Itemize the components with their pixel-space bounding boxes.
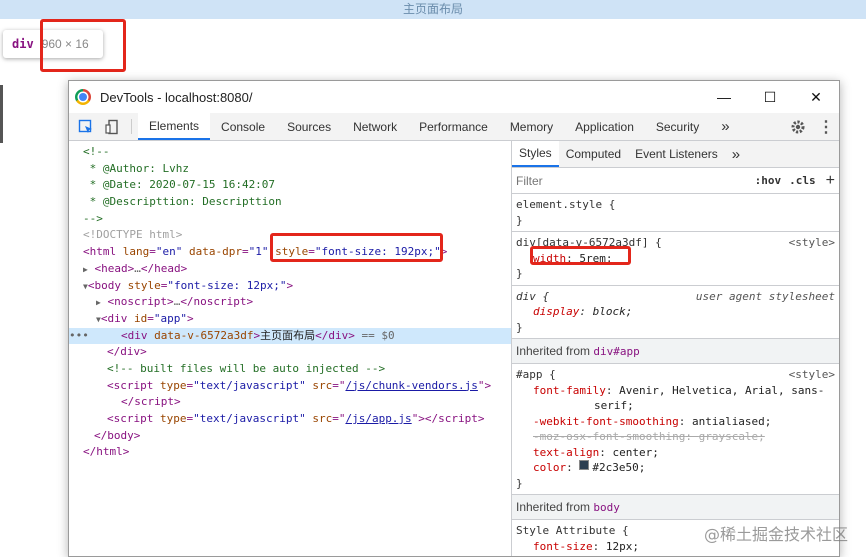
styles-filter-input[interactable] [516,173,747,188]
tree-line-html-close[interactable]: </html> [69,444,511,461]
tab-memory[interactable]: Memory [499,113,564,140]
styles-filter-row: :hov .cls + [512,168,839,194]
css-property[interactable]: width: 5rem; [516,251,835,267]
rule-selector: #app { [516,368,556,381]
expand-arrow-icon[interactable]: ▶ [83,265,88,274]
style-rule-app[interactable]: #app { <style> font-family: Avenir, Helve… [512,364,839,495]
tree-line-noscript[interactable]: ▶ <noscript>…</noscript> [69,294,511,311]
watermark-text: @稀土掘金技术社区 [703,525,848,544]
tab-performance[interactable]: Performance [408,113,499,140]
tab-computed[interactable]: Computed [559,141,628,167]
chrome-logo-icon [75,89,91,105]
minimize-icon: — [717,89,731,105]
tree-line-div-close[interactable]: </div> [69,344,511,361]
css-property[interactable]: text-align: center; [516,445,835,461]
more-tabs-button[interactable]: » [710,113,740,140]
tree-line-body[interactable]: ▼<body style="font-size: 12px;"> [69,278,511,295]
hov-toggle-button[interactable]: :hov [755,174,782,187]
tree-line-script-vendors-close[interactable]: </script> [69,394,511,411]
settings-button[interactable] [783,113,813,140]
window-title: DevTools - localhost:8080/ [100,89,253,105]
tree-line-comment-date[interactable]: * @Date: 2020-07-15 16:42:07 [69,177,511,194]
device-toolbar-button[interactable] [99,113,125,140]
styles-tabbar: Styles Computed Event Listeners » [512,141,839,168]
tree-line-built-comment[interactable]: <!-- built files will be auto injected -… [69,361,511,378]
maximize-icon: ☐ [763,88,777,105]
styles-sidebar: Styles Computed Event Listeners » :hov .… [512,141,839,556]
tab-event-listeners[interactable]: Event Listeners [628,141,725,167]
tree-line-body-close[interactable]: </body> [69,428,511,445]
tree-line-script-vendors[interactable]: <script type="text/javascript" src="/js/… [69,378,511,395]
kebab-menu-icon: ⋮ [818,118,834,136]
inherited-from-app-header: Inherited from div#app [512,339,839,364]
rule-selector: element.style { [516,198,616,211]
tree-line-div-app[interactable]: ▼<div id="app"> [69,311,511,328]
tooltip-tag: div [12,37,34,51]
device-toggle-icon [105,119,118,134]
inherited-selector-link[interactable]: body [593,501,620,514]
script-src-link[interactable]: /js/app.js [345,412,411,425]
tab-elements[interactable]: Elements [138,113,211,140]
tree-line-comment-open[interactable]: <!-- [69,144,511,161]
close-icon: ✕ [810,88,822,105]
minimize-button[interactable]: — [701,81,747,113]
more-sidebar-tabs-button[interactable]: » [725,141,747,167]
maximize-button[interactable]: ☐ [747,81,793,113]
inherited-from-body-header: Inherited from body [512,495,839,520]
style-rule-data-v[interactable]: div[data-v-6572a3df] { <style> width: 5re… [512,232,839,286]
tab-styles[interactable]: Styles [512,141,559,167]
css-property[interactable]: font-family: Avenir, Helvetica, Arial, s… [516,383,835,399]
close-button[interactable]: ✕ [793,81,839,113]
new-rule-plus-icon[interactable]: + [826,172,835,190]
rule-source-link[interactable]: <style> [789,235,835,251]
page-header-bar: 主页面布局 [0,0,866,19]
rule-selector: Style Attribute { [516,524,629,537]
toolbar-divider [131,119,132,134]
tree-line-doctype[interactable]: <!DOCTYPE html> [69,227,511,244]
inherited-selector-link[interactable]: div#app [593,345,639,358]
devtools-window: DevTools - localhost:8080/ — ☐ ✕ Element… [68,80,840,557]
style-rule-element[interactable]: element.style { } [512,194,839,232]
tab-security[interactable]: Security [645,113,710,140]
tab-network[interactable]: Network [342,113,408,140]
inspect-cursor-icon [78,119,92,133]
css-property[interactable]: display: block; [516,304,835,320]
tree-line-comment-close[interactable]: --> [69,211,511,228]
css-property-overridden[interactable]: -moz-osx-font-smoothing: grayscale; [516,429,835,445]
tree-line-head[interactable]: ▶ <head>…</head> [69,261,511,278]
color-swatch[interactable] [579,460,590,470]
css-property[interactable]: -webkit-font-smoothing: antialiased; [516,414,835,430]
tree-line-selected-div[interactable]: ••• <div data-v-6572a3df>主页面布局</div> == $… [69,327,511,345]
expand-arrow-icon[interactable]: ▶ [96,298,101,307]
customize-menu-button[interactable]: ⋮ [813,113,839,140]
inspect-element-button[interactable] [73,113,99,140]
rule-source-link[interactable]: <style> [789,367,835,383]
page-scroll-marker [0,85,3,143]
cls-toggle-button[interactable]: .cls [789,174,816,187]
devtools-tabbar: Elements Console Sources Network Perform… [69,113,839,141]
rule-selector: div[data-v-6572a3df] { [516,236,662,249]
gear-icon [791,120,805,133]
tree-line-comment-desc[interactable]: * @Descripttion: Descripttion [69,194,511,211]
rule-source-label: user agent stylesheet [695,289,835,303]
tree-line-script-app[interactable]: <script type="text/javascript" src="/js/… [69,411,511,428]
more-actions-dots-icon[interactable]: ••• [69,328,89,345]
rule-selector: div { [516,289,550,303]
element-inspect-tooltip: div 960 × 16 [3,30,103,58]
tooltip-dims: 960 × 16 [41,37,89,51]
elements-tree[interactable]: <!-- * @Author: Lvhz * @Date: 2020-07-15… [69,141,512,556]
tab-sources[interactable]: Sources [276,113,342,140]
style-rule-user-agent[interactable]: div { user agent stylesheet display: bloc… [512,286,839,339]
tree-line-comment-author[interactable]: * @Author: Lvhz [69,161,511,178]
tree-line-html[interactable]: <html lang="en" data-dpr="1" style="font… [69,244,511,261]
css-property[interactable]: color: #2c3e50; [516,460,835,476]
script-src-link[interactable]: /js/chunk-vendors.js [345,379,477,392]
tab-application[interactable]: Application [564,113,645,140]
window-titlebar[interactable]: DevTools - localhost:8080/ — ☐ ✕ [69,81,839,113]
tab-console[interactable]: Console [210,113,276,140]
